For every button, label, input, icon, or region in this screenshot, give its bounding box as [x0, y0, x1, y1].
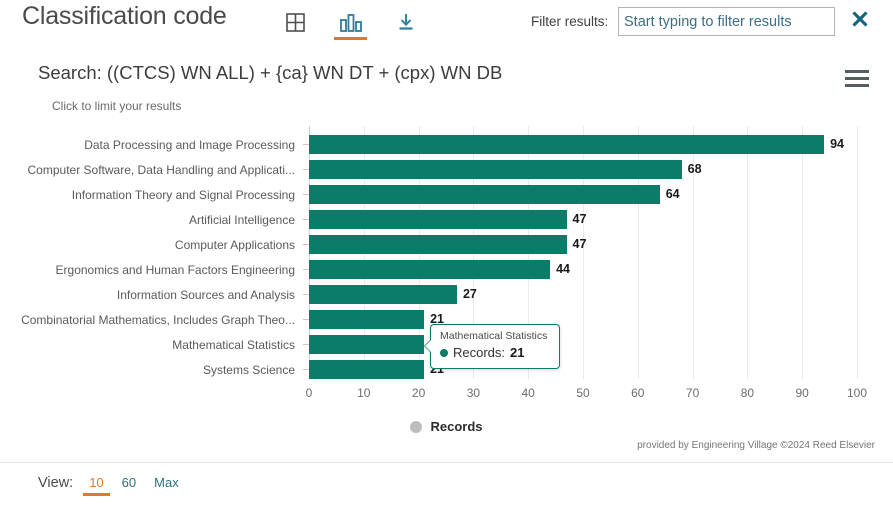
- x-axis-tick-label: 30: [466, 386, 481, 400]
- page-title: Classification code: [22, 2, 227, 30]
- y-axis-tick: [303, 244, 309, 245]
- x-axis-tick-label: 90: [795, 386, 809, 400]
- bar[interactable]: [309, 185, 660, 204]
- x-axis-tick-label: 60: [631, 386, 645, 400]
- bar-value-label: 47: [572, 237, 587, 251]
- download-glyph: [399, 14, 412, 30]
- x-axis-tick-label: 0: [305, 386, 313, 400]
- x-axis-tick-label: 80: [740, 386, 755, 400]
- category-label[interactable]: Data Processing and Image Processing: [0, 138, 295, 152]
- bar-value-label: 44: [556, 262, 571, 276]
- x-axis-tick-label: 100: [846, 386, 868, 400]
- view-label: View:: [38, 475, 74, 491]
- bar-value-label: 47: [572, 212, 587, 226]
- view-option-underline: [83, 493, 110, 496]
- bar[interactable]: [309, 160, 682, 179]
- category-label[interactable]: Systems Science: [0, 363, 295, 377]
- view-option-60[interactable]: 60: [116, 475, 142, 496]
- gridline: [747, 126, 749, 379]
- bar-value-label: 64: [665, 187, 680, 201]
- category-label[interactable]: Information Sources and Analysis: [0, 288, 295, 302]
- legend-dot-records[interactable]: [410, 420, 423, 433]
- bar[interactable]: [309, 235, 567, 254]
- hamburger-menu-icon[interactable]: [845, 70, 869, 87]
- y-axis-tick: [303, 269, 309, 270]
- y-axis-tick: [303, 194, 309, 195]
- y-axis-tick: [303, 219, 309, 220]
- x-axis-tick-label: 20: [411, 386, 426, 400]
- tooltip-series-value: 21: [510, 345, 525, 360]
- bar[interactable]: [309, 360, 425, 379]
- category-label[interactable]: Ergonomics and Human Factors Engineering: [0, 263, 295, 277]
- bar-chart-glyph: [339, 13, 362, 32]
- search-query-text: Search: ((CTCS) WN ALL) + {ca} WN DT + (…: [38, 62, 503, 83]
- category-label[interactable]: Combinatorial Mathematics, Includes Grap…: [0, 313, 295, 327]
- close-glyph: [852, 11, 868, 27]
- view-mode-toolbar: [268, 4, 433, 40]
- gridline: [802, 126, 804, 379]
- category-label[interactable]: Mathematical Statistics: [0, 338, 295, 352]
- bar[interactable]: [309, 285, 457, 304]
- chart-tooltip: Mathematical Statistics Records: 21: [424, 324, 560, 369]
- bar-chart-view-icon[interactable]: [323, 4, 378, 40]
- bar-value-label: 27: [462, 287, 477, 301]
- category-label[interactable]: Artificial Intelligence: [0, 213, 295, 227]
- table-view-glyph: [286, 12, 305, 32]
- y-axis-tick: [303, 294, 309, 295]
- footer-divider: [0, 462, 893, 463]
- tooltip-row: Records: 21: [440, 345, 550, 360]
- y-axis-tick: [303, 144, 309, 145]
- filter-results-input[interactable]: [618, 7, 835, 36]
- bar[interactable]: [309, 310, 425, 329]
- panel-header: Classification code Filter results: Star…: [0, 0, 893, 45]
- bar-value-label: 94: [830, 137, 845, 151]
- legend-label-records[interactable]: Records: [430, 419, 482, 434]
- view-option-max[interactable]: Max: [148, 475, 185, 496]
- category-label[interactable]: Information Theory and Signal Processing: [0, 188, 295, 202]
- hamburger-line: [845, 84, 869, 87]
- bar[interactable]: [309, 260, 551, 279]
- x-axis-tick-label: 40: [521, 386, 535, 400]
- plot-area: 94686447474427212121: [309, 126, 858, 379]
- provider-credit: provided by Engineering Village ©2024 Re…: [637, 440, 875, 451]
- x-axis-tick-label: 70: [685, 386, 700, 400]
- download-icon[interactable]: [378, 4, 433, 40]
- gridline: [857, 126, 858, 379]
- table-view-icon[interactable]: [268, 4, 323, 40]
- view-count-selector: View: 10 60 Max: [38, 475, 185, 496]
- tooltip-series-label: Records:: [453, 345, 506, 360]
- category-label[interactable]: Computer Applications: [0, 238, 295, 252]
- y-axis-tick: [303, 319, 309, 320]
- view-options: 10 60 Max: [83, 475, 185, 496]
- hamburger-line: [845, 77, 869, 80]
- tooltip-title: Mathematical Statistics: [440, 330, 548, 342]
- view-option-10[interactable]: 10: [83, 475, 110, 496]
- x-axis-tick-label: 50: [576, 386, 590, 400]
- y-axis-tick: [303, 344, 309, 345]
- filter-results-label: Filter results:: [531, 14, 609, 29]
- y-axis-tick: [303, 369, 309, 370]
- y-axis-tick: [303, 169, 309, 170]
- category-label[interactable]: Computer Software, Data Handling and App…: [0, 163, 295, 177]
- hamburger-line: [845, 70, 869, 73]
- chart-legend: Records: [0, 419, 893, 434]
- classification-code-panel: Classification code Filter results: Star…: [0, 0, 893, 514]
- bar-value-label: 68: [687, 162, 702, 176]
- bar[interactable]: [309, 335, 425, 354]
- active-view-underline: [334, 37, 367, 40]
- limit-results-hint: Click to limit your results: [52, 99, 182, 113]
- close-icon[interactable]: [846, 5, 874, 33]
- x-axis-tick-label: 10: [357, 386, 371, 400]
- bar[interactable]: [309, 135, 825, 154]
- bar[interactable]: [309, 210, 567, 229]
- tooltip-series-dot: [440, 348, 448, 357]
